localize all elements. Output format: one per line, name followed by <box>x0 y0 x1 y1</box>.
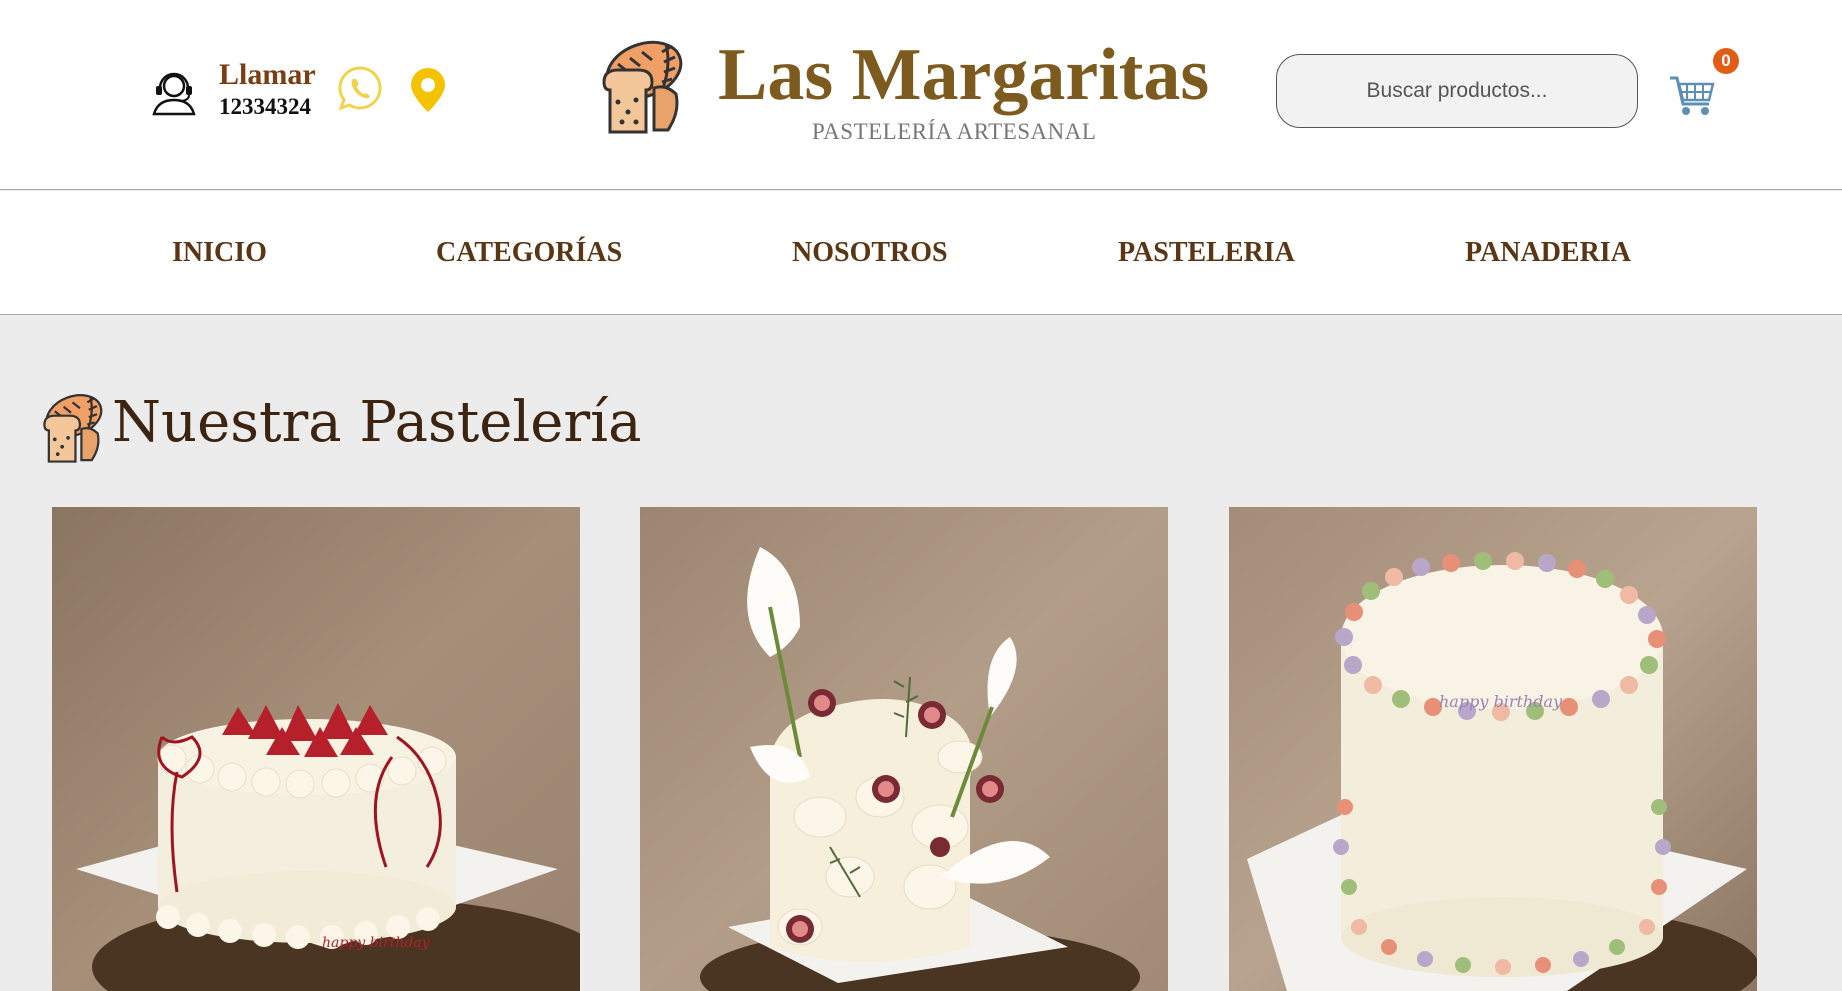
site-header: Llamar 12334324 Las Margaritas PASTELERÍ… <box>0 0 1842 190</box>
strawberry-cake-photo: happy birthday <box>52 507 580 991</box>
nav-item-pasteleria[interactable]: PASTELERIA <box>1118 239 1295 267</box>
main-nav: INICIO CATEGORÍAS NOSOTROS PASTELERIA PA… <box>0 191 1842 315</box>
location-pin-icon[interactable] <box>408 66 448 114</box>
calla-lily-fig-cake-photo <box>640 507 1168 991</box>
product-card[interactable] <box>640 507 1168 991</box>
nav-item-inicio[interactable]: INICIO <box>172 239 267 267</box>
call-label: Llamar <box>219 58 316 91</box>
brand-subtitle: PASTELERÍA ARTESANAL <box>812 119 1097 144</box>
svg-text:happy birthday: happy birthday <box>1439 692 1563 711</box>
nav-item-nosotros[interactable]: NOSOTROS <box>792 239 948 267</box>
whatsapp-icon[interactable] <box>336 64 384 112</box>
call-center-icon <box>152 72 196 116</box>
phone-number[interactable]: 12334324 <box>219 95 311 118</box>
brand-title[interactable]: Las Margaritas <box>718 38 1209 112</box>
product-card[interactable]: happy birthday <box>52 507 580 991</box>
bakery-logo-icon <box>602 40 683 134</box>
floral-piped-cake-photo: happy birthday <box>1229 507 1757 991</box>
cart-count-badge: 0 <box>1713 48 1739 74</box>
svg-text:happy birthday: happy birthday <box>322 935 431 951</box>
section-title: Nuestra Pastelería <box>112 390 642 455</box>
shopping-cart-icon[interactable] <box>1668 72 1716 118</box>
nav-item-categorias[interactable]: CATEGORÍAS <box>436 239 622 267</box>
search-input[interactable] <box>1276 54 1638 128</box>
product-card[interactable]: happy birthday <box>1229 507 1757 991</box>
bakery-section-icon <box>43 394 103 463</box>
nav-item-panaderia[interactable]: PANADERIA <box>1465 239 1631 267</box>
